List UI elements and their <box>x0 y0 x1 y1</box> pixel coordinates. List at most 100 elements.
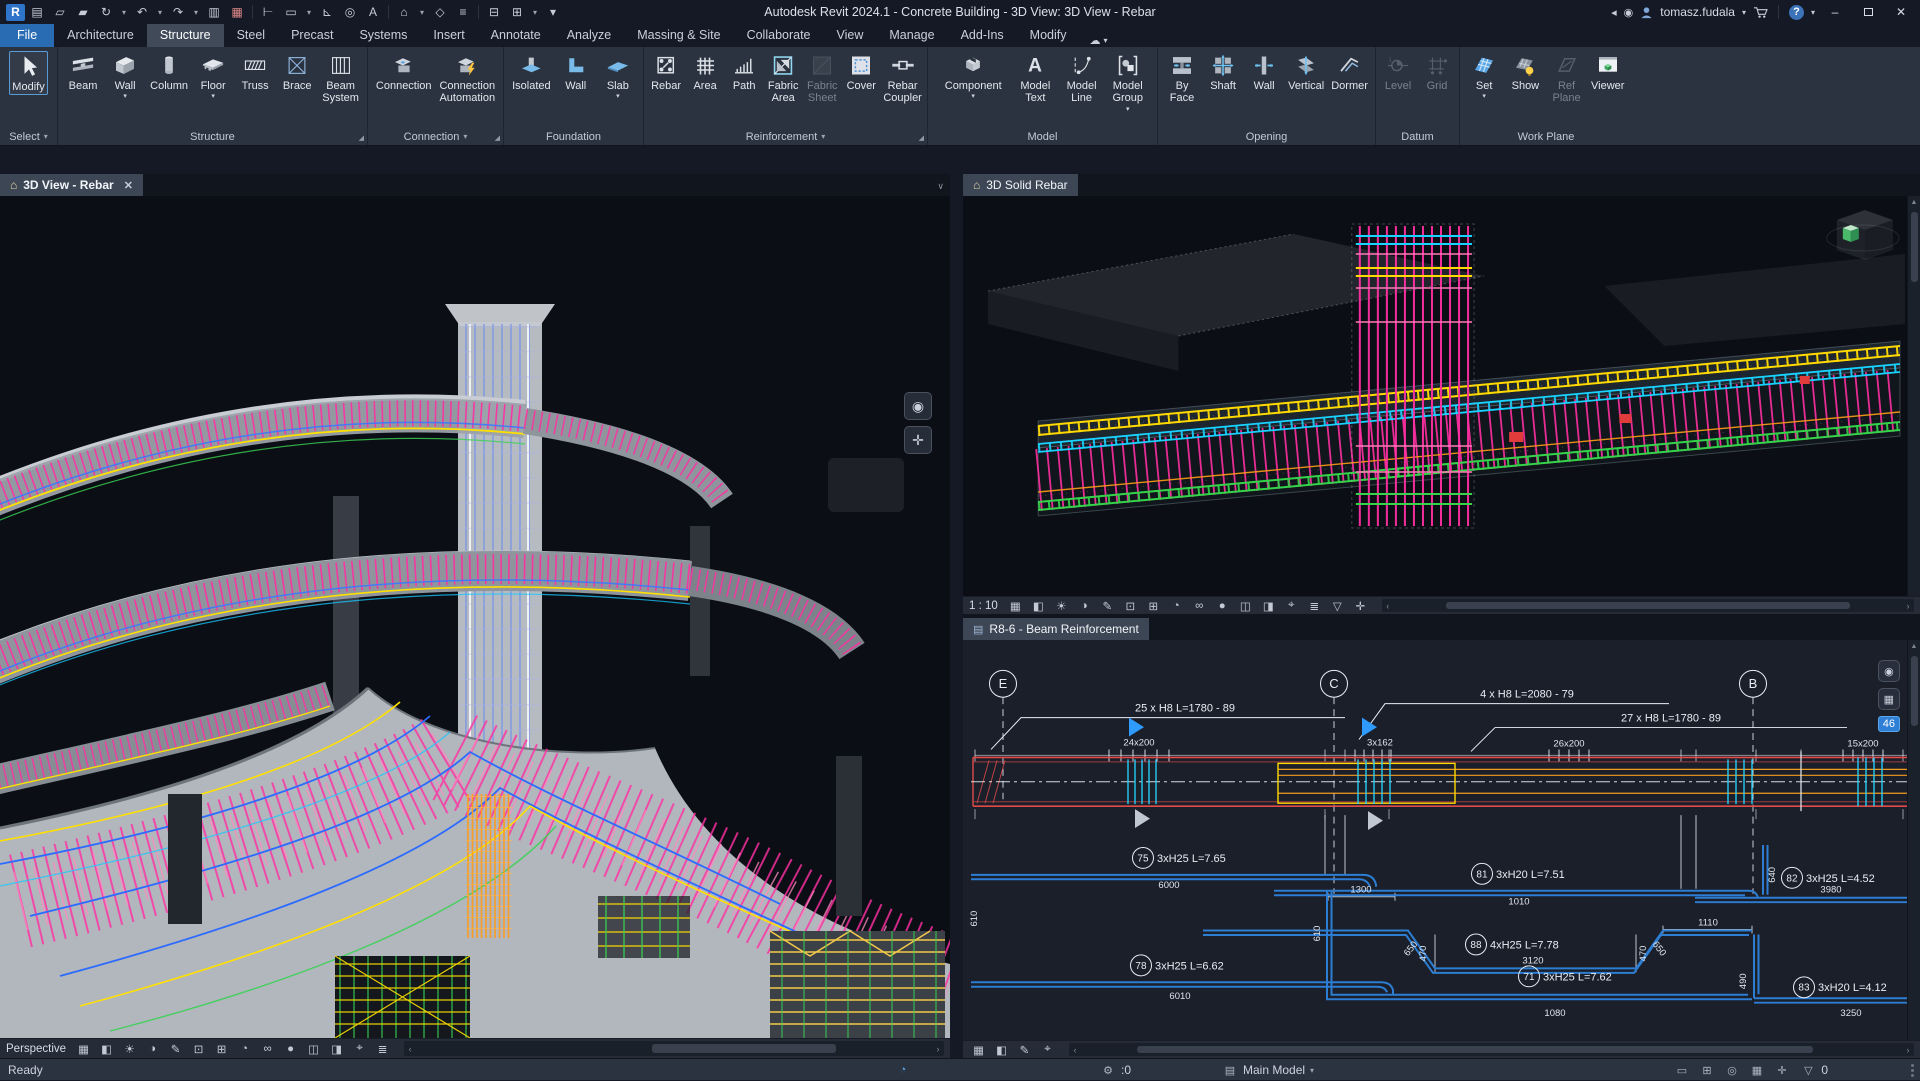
reveal-constraints-icon[interactable]: ⌖ <box>350 1041 369 1057</box>
viewer-button[interactable]: Viewer <box>1589 51 1627 93</box>
reveal-hidden-icon[interactable]: ∞ <box>258 1041 277 1057</box>
scroll-up-icon[interactable]: ▲ <box>1911 196 1918 208</box>
switch-windows-icon[interactable]: ⊞ <box>506 2 528 22</box>
analytical-model-icon[interactable]: ≣ <box>373 1041 392 1057</box>
switch-windows-dropdown-icon[interactable]: ▾ <box>529 2 541 22</box>
scroll-right-icon[interactable]: › <box>1902 599 1914 612</box>
cover-button[interactable]: Cover <box>842 51 880 93</box>
steering-wheel-icon[interactable]: ◉ <box>904 392 932 420</box>
scroll-right-icon[interactable]: › <box>1902 1043 1914 1056</box>
scale-icon[interactable]: ▦ <box>969 1042 988 1058</box>
close-view-icon[interactable]: ✕ <box>124 179 133 192</box>
close-button[interactable]: ✕ <box>1888 2 1914 22</box>
view-tab-3d-rebar[interactable]: ⌂ 3D View - Rebar ✕ <box>0 174 143 196</box>
left-horizontal-scrollbar[interactable]: ‹ › <box>404 1041 944 1056</box>
tab-add-ins[interactable]: Add-Ins <box>948 24 1017 47</box>
tab-insert[interactable]: Insert <box>420 24 477 47</box>
bar-tag[interactable]: 83 <box>1798 983 1810 994</box>
move-icon[interactable]: ✛ <box>1351 598 1370 614</box>
right-top-3d-viewport[interactable]: ▲ <box>963 196 1920 596</box>
restore-button[interactable] <box>1855 2 1881 22</box>
synchronize-dropdown-icon[interactable]: ▾ <box>118 2 130 22</box>
select-underlay-icon[interactable]: ⊞ <box>1699 1064 1715 1077</box>
sun-settings-icon[interactable]: ☀ <box>1052 598 1071 614</box>
tab-steel[interactable]: Steel <box>224 24 279 47</box>
tab-manage[interactable]: Manage <box>876 24 947 47</box>
shadows-icon[interactable]: ◑ <box>1075 598 1094 614</box>
measure-icon[interactable]: ⊢ <box>257 2 279 22</box>
minimize-button[interactable]: – <box>1822 2 1848 22</box>
model-line-button[interactable]: Model Line <box>1063 51 1101 106</box>
sun-settings-icon[interactable]: ☀ <box>120 1041 139 1057</box>
revit-logo-icon[interactable]: R <box>6 4 25 21</box>
connection-button[interactable]: Connection <box>374 51 434 93</box>
bar-tag[interactable]: 82 <box>1786 873 1798 884</box>
view-tab-r8-6[interactable]: ▤ R8-6 - Beam Reinforcement <box>963 618 1149 640</box>
sketchy-lines-icon[interactable]: ✎ <box>1098 598 1117 614</box>
isolated-button[interactable]: Isolated <box>510 51 553 93</box>
view-scale-label[interactable]: Perspective <box>6 1043 66 1055</box>
search-icon[interactable]: ◉ <box>1624 6 1634 19</box>
scrollbar-thumb[interactable] <box>1911 212 1918 282</box>
tape-dropdown-icon[interactable]: ▾ <box>303 2 315 22</box>
transfer-standards-icon[interactable]: ▦ <box>226 2 248 22</box>
beam-reinforcement-drawing-viewport[interactable]: 25 x H8 L=1780 - 89 4 x H8 L=2080 - 79 2… <box>963 640 1920 1040</box>
bar-tag[interactable]: 75 <box>1137 853 1149 864</box>
view-tab-3d-solid-rebar[interactable]: ⌂ 3D Solid Rebar <box>963 174 1078 196</box>
view-scale-label[interactable]: 1 : 10 <box>969 600 998 612</box>
path-button[interactable]: Path <box>725 51 763 93</box>
resize-grip[interactable] <box>1911 1064 1914 1077</box>
slab-button[interactable]: Slab▾ <box>599 51 637 101</box>
select-by-face-icon[interactable]: ▦ <box>1749 1064 1765 1077</box>
print-icon[interactable]: ▥ <box>203 2 225 22</box>
aligned-dimension-icon[interactable]: ⊾ <box>316 2 338 22</box>
tab-overflow-icon[interactable]: ∨ <box>937 181 944 192</box>
panel-label-select[interactable]: Select▾ <box>0 128 57 145</box>
model-group-button[interactable]: Model Group▾ <box>1109 51 1147 114</box>
right-bottom-vertical-scrollbar[interactable]: ▲ <box>1907 640 1920 1040</box>
scroll-left-icon[interactable]: ‹ <box>1382 599 1394 612</box>
tab-view[interactable]: View <box>824 24 877 47</box>
scroll-up-icon[interactable]: ▲ <box>1911 640 1918 652</box>
panel-label-structure[interactable]: Structure <box>58 128 367 145</box>
visual-style-icon[interactable]: ◧ <box>992 1042 1011 1058</box>
worksets-icon[interactable]: ⚙ <box>1100 1064 1116 1077</box>
scroll-right-icon[interactable]: › <box>932 1041 944 1056</box>
panel-label-reinforcement[interactable]: Reinforcement▾ <box>644 128 927 145</box>
by-face-button[interactable]: By Face <box>1163 51 1201 106</box>
pan-icon[interactable]: ✛ <box>904 426 932 454</box>
column-button[interactable]: Column <box>148 51 190 93</box>
collapse-arrow-icon[interactable]: ◂ <box>1611 6 1617 19</box>
panel-label-work-plane[interactable]: Work Plane <box>1460 128 1632 145</box>
panel-label-datum[interactable]: Datum <box>1376 128 1459 145</box>
zoom-icon[interactable]: ▦ <box>1878 688 1900 710</box>
displaced-elements-icon[interactable]: ◨ <box>1259 598 1278 614</box>
tab-collaborate[interactable]: Collaborate <box>734 24 824 47</box>
dormer-button[interactable]: Dormer <box>1329 51 1370 93</box>
thin-lines-icon[interactable]: ≡ <box>452 2 474 22</box>
save-icon[interactable]: ▰ <box>72 2 94 22</box>
beam-button[interactable]: Beam <box>64 51 102 93</box>
reveal-hidden-icon[interactable]: ∞ <box>1190 598 1209 614</box>
scale-icon[interactable]: ▦ <box>74 1041 93 1057</box>
floor-button[interactable]: Floor▾ <box>194 51 232 101</box>
panel-label-foundation[interactable]: Foundation <box>504 128 643 145</box>
rebar-coupler-button[interactable]: Rebar Coupler <box>881 51 924 106</box>
analytical-model-icon[interactable]: ≣ <box>1305 598 1324 614</box>
filter-icon[interactable]: ▽ <box>1328 598 1347 614</box>
dialog-launcher-icon[interactable]: ◢ <box>919 134 924 142</box>
crop-view-icon[interactable]: ⊡ <box>189 1041 208 1057</box>
properties-icon[interactable]: ▤ <box>26 2 48 22</box>
filter-icon[interactable]: ▽ <box>1800 1064 1816 1077</box>
right-top-horizontal-scrollbar[interactable]: ‹ › <box>1382 599 1914 612</box>
visual-style-icon[interactable]: ◧ <box>1029 598 1048 614</box>
scrollbar-thumb[interactable] <box>1911 656 1918 726</box>
scale-icon[interactable]: ▦ <box>1006 598 1025 614</box>
redo-icon[interactable]: ↷ <box>167 2 189 22</box>
connection-automation-button[interactable]: Connection Automation <box>437 51 497 106</box>
user-avatar-icon[interactable] <box>1640 6 1653 19</box>
wall-button[interactable]: Wall▾ <box>106 51 144 101</box>
tape-measure-icon[interactable]: ▭ <box>280 2 302 22</box>
sketchy-lines-icon[interactable]: ✎ <box>166 1041 185 1057</box>
worksharing-display-icon[interactable]: ● <box>1213 598 1232 614</box>
